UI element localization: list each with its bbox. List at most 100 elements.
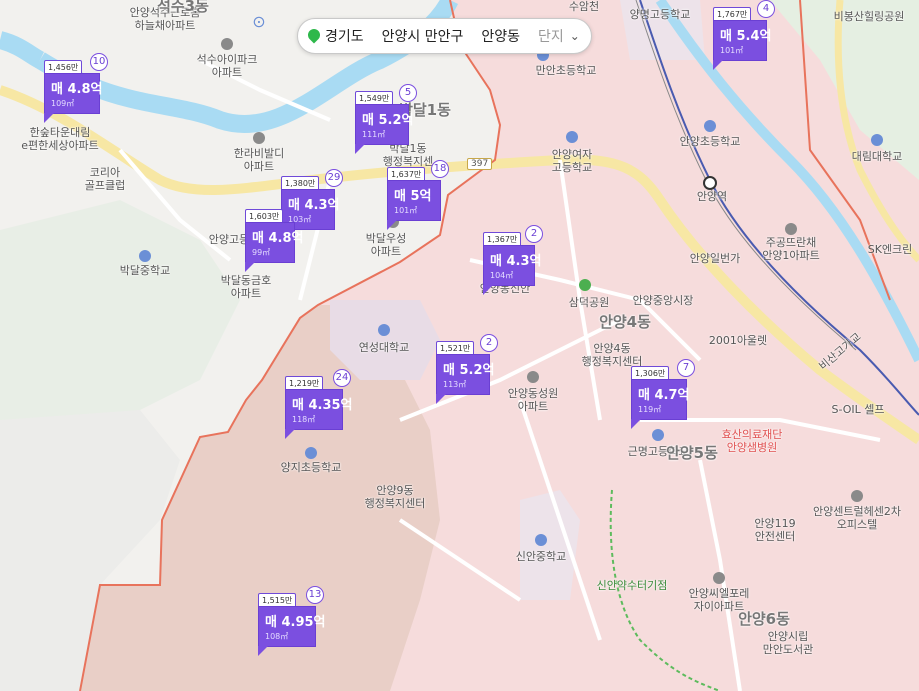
subway-station-icon xyxy=(703,176,717,190)
marker-body[interactable]: 매 4.3억 104㎡ xyxy=(483,245,542,286)
place-label: 수암천 xyxy=(568,0,600,13)
place-label: 안양9동 행정복지센터 xyxy=(364,484,426,510)
place-label: 코리아 골프클럽 xyxy=(84,166,126,192)
place-label: 삼덕공원 xyxy=(568,296,610,309)
place-label: 박달우성 아파트 xyxy=(365,232,407,258)
marker-pointer xyxy=(285,429,295,439)
marker-body[interactable]: 매 4.8억 99㎡ xyxy=(245,222,303,263)
my-location-button[interactable]: ⊙ xyxy=(247,9,271,33)
breadcrumb-type[interactable]: 단지 xyxy=(538,26,564,46)
marker-pointer xyxy=(436,394,446,404)
school-icon xyxy=(704,120,716,132)
place-label: 안양중앙시장 xyxy=(632,294,694,307)
area-label: 109㎡ xyxy=(51,99,75,108)
marker-body[interactable]: 매 5억 101㎡ xyxy=(387,180,441,221)
sale-price-label: 매 5.2억 xyxy=(362,113,414,128)
place-label: 안양5동 xyxy=(666,444,718,462)
marker-body[interactable]: 매 4.95억 108㎡ xyxy=(258,606,326,647)
place-label: 안양시립 만안도서관 xyxy=(762,630,814,656)
school-icon xyxy=(139,250,151,262)
marker-pointer xyxy=(483,285,493,295)
crosshair-icon: ⊙ xyxy=(252,11,266,31)
apartment-icon xyxy=(785,223,797,235)
school-icon xyxy=(566,131,578,143)
breadcrumb-dong[interactable]: 안양동 xyxy=(481,26,520,46)
marker-body[interactable]: 매 5.2억 113㎡ xyxy=(436,354,495,395)
area-label: 119㎡ xyxy=(638,405,662,414)
area-label: 113㎡ xyxy=(443,380,467,389)
marker-body[interactable]: 매 5.4억 101㎡ xyxy=(713,20,772,61)
sale-price-label: 매 5.4억 xyxy=(720,29,772,44)
place-label: 효산의료재단 안양샘병원 xyxy=(721,428,783,454)
marker-body[interactable]: 매 4.35억 118㎡ xyxy=(285,389,353,430)
sale-price-label: 매 4.7억 xyxy=(638,388,690,403)
area-label: 118㎡ xyxy=(292,415,316,424)
sale-price-label: 매 4.8억 xyxy=(51,82,103,97)
listing-count-badge: 2 xyxy=(480,334,498,352)
place-label: 만안초등학교 xyxy=(535,64,597,77)
listing-count-badge: 24 xyxy=(333,369,351,387)
place-label: 대림대학교 xyxy=(851,150,903,163)
place-label: 안양초등학교 xyxy=(679,135,741,148)
marker-body[interactable]: 매 4.7억 119㎡ xyxy=(631,379,690,420)
breadcrumb-province[interactable]: 경기도 xyxy=(325,26,364,46)
place-label: 석수아이파크 아파트 xyxy=(196,53,258,79)
region-breadcrumb[interactable]: 경기도 안양시 만안구 안양동 단지 ⌄ xyxy=(297,18,592,54)
place-label: S-OIL 셀프 xyxy=(831,403,885,416)
road-number-badge: 397 xyxy=(467,158,493,170)
marker-pointer xyxy=(245,262,255,272)
place-label: 안양6동 xyxy=(738,610,790,628)
location-pin-icon xyxy=(305,26,323,44)
listing-count-badge: 5 xyxy=(399,84,417,102)
apartment-icon xyxy=(527,371,539,383)
chevron-down-icon[interactable]: ⌄ xyxy=(570,29,580,43)
listing-count-badge: 4 xyxy=(757,0,775,18)
apartment-icon xyxy=(713,572,725,584)
marker-pointer xyxy=(44,113,54,123)
place-label: 신안중학교 xyxy=(515,550,567,563)
place-label: 비봉산힐링공원 xyxy=(833,10,905,23)
listing-count-badge: 2 xyxy=(525,225,543,243)
sale-price-label: 매 4.95억 xyxy=(265,615,326,630)
apartment-icon xyxy=(221,38,233,50)
breadcrumb-city[interactable]: 안양시 만안구 xyxy=(382,26,464,46)
marker-pointer xyxy=(355,144,365,154)
sale-price-label: 매 5.2억 xyxy=(443,363,495,378)
apartment-icon xyxy=(253,132,265,144)
place-label: 신안약수터기점 xyxy=(596,579,668,592)
listing-count-badge: 10 xyxy=(90,53,108,71)
place-label: 안양119 안전센터 xyxy=(754,517,796,543)
apartment-icon xyxy=(851,490,863,502)
place-label: 안양4동 행정복지센터 xyxy=(581,342,643,368)
school-icon xyxy=(378,324,390,336)
place-label: 안양역 xyxy=(696,190,728,203)
marker-pointer xyxy=(258,646,268,656)
place-label: 2001아울렛 xyxy=(708,334,768,347)
listing-count-badge: 13 xyxy=(306,586,324,604)
school-icon xyxy=(871,134,883,146)
marker-pointer xyxy=(387,220,397,230)
sale-price-label: 매 4.3억 xyxy=(288,198,340,213)
place-label: 양지초등학교 xyxy=(280,461,342,474)
place-label: 한라비발디 아파트 xyxy=(233,147,285,173)
marker-pointer xyxy=(631,419,641,429)
place-label: 박달중학교 xyxy=(119,264,171,277)
place-label: 안양4동 xyxy=(599,313,651,331)
park-icon xyxy=(579,279,591,291)
area-label: 101㎡ xyxy=(720,46,744,55)
place-label: SK엔크린 xyxy=(867,243,913,256)
place-label: 연성대학교 xyxy=(358,341,410,354)
listing-count-badge: 18 xyxy=(431,160,449,178)
area-label: 111㎡ xyxy=(362,130,386,139)
sale-price-label: 매 5억 xyxy=(394,189,432,204)
area-label: 101㎡ xyxy=(394,206,418,215)
place-label: 안양고등 xyxy=(208,233,250,246)
place-label: 한숲타운대림 e편한세상아파트 xyxy=(21,126,99,152)
marker-body[interactable]: 매 5.2억 111㎡ xyxy=(355,104,414,145)
place-label: 안양일번가 xyxy=(689,252,741,265)
area-label: 108㎡ xyxy=(265,632,289,641)
marker-body[interactable]: 매 4.8억 109㎡ xyxy=(44,73,103,114)
place-label: 안양여자 고등학교 xyxy=(551,148,593,174)
sale-price-label: 매 4.3억 xyxy=(490,254,542,269)
school-icon xyxy=(652,429,664,441)
